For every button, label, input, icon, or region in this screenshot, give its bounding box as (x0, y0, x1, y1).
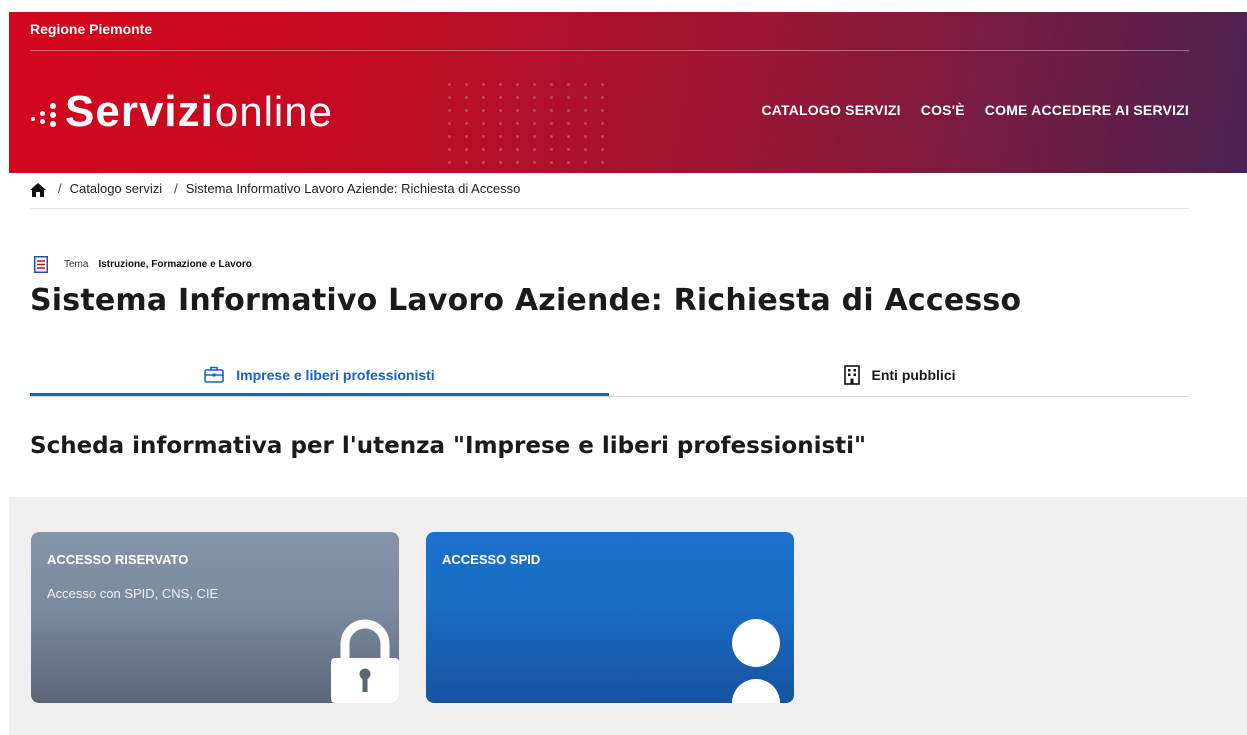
card-title: ACCESSO RISERVATO (47, 552, 189, 567)
region-label: Regione Piemonte (30, 21, 153, 37)
logo-dots-icon (31, 97, 59, 127)
card-title: ACCESSO SPID (442, 552, 541, 567)
building-icon (843, 365, 860, 385)
tab-imprese-label: Imprese e liberi professionisti (236, 366, 435, 383)
breadcrumb-catalogo-servizi[interactable]: Catalogo servizi (70, 181, 163, 196)
card-accesso-riservato[interactable]: ACCESSO RISERVATO Accesso con SPID, CNS,… (31, 532, 399, 703)
logo-text-bold: Servizi (65, 87, 214, 136)
lock-icon (331, 619, 399, 703)
card-accesso-spid[interactable]: ACCESSO SPID (426, 532, 794, 703)
breadcrumb-separator: / (58, 181, 62, 196)
tema-row: Tema Istruzione, Formazione e Lavoro (34, 256, 252, 273)
site-header: Regione Piemonte Servizi online CATALOGO … (9, 12, 1247, 173)
breadcrumb-current: Sistema Informativo Lavoro Aziende: Rich… (185, 181, 521, 196)
decorative-dot-grid (441, 78, 611, 173)
main-nav: CATALOGO SERVIZI COS'È COME ACCEDERE AI … (761, 102, 1189, 118)
servizionline-logo[interactable]: Servizi online (31, 82, 333, 142)
breadcrumb-separator: / (174, 181, 178, 196)
card-description: Accesso con SPID, CNS, CIE (47, 586, 219, 601)
nav-catalogo-servizi[interactable]: CATALOGO SERVIZI (761, 102, 900, 118)
home-icon[interactable] (30, 183, 46, 197)
tab-enti-label: Enti pubblici (871, 367, 956, 383)
user-type-tabs: Imprese e liberi professionisti Enti pub… (30, 356, 1189, 397)
briefcase-icon (204, 366, 225, 383)
page-title: Sistema Informativo Lavoro Aziende: Rich… (30, 283, 1022, 318)
logo-text-light: online (214, 88, 333, 135)
user-icon (732, 619, 780, 703)
nav-cos-e[interactable]: COS'È (921, 102, 965, 118)
document-list-icon (34, 256, 48, 273)
tab-imprese[interactable]: Imprese e liberi professionisti (30, 356, 609, 396)
header-divider (30, 50, 1189, 51)
tema-value[interactable]: Istruzione, Formazione e Lavoro (98, 259, 251, 270)
nav-come-accedere[interactable]: COME ACCEDERE AI SERVIZI (985, 102, 1189, 118)
tema-label: Tema (64, 259, 89, 270)
breadcrumb: / Catalogo servizi / Sistema Informativo… (30, 181, 1189, 209)
section-subtitle: Scheda informativa per l'utenza "Imprese… (30, 433, 867, 459)
tab-enti-pubblici[interactable]: Enti pubblici (610, 356, 1189, 394)
